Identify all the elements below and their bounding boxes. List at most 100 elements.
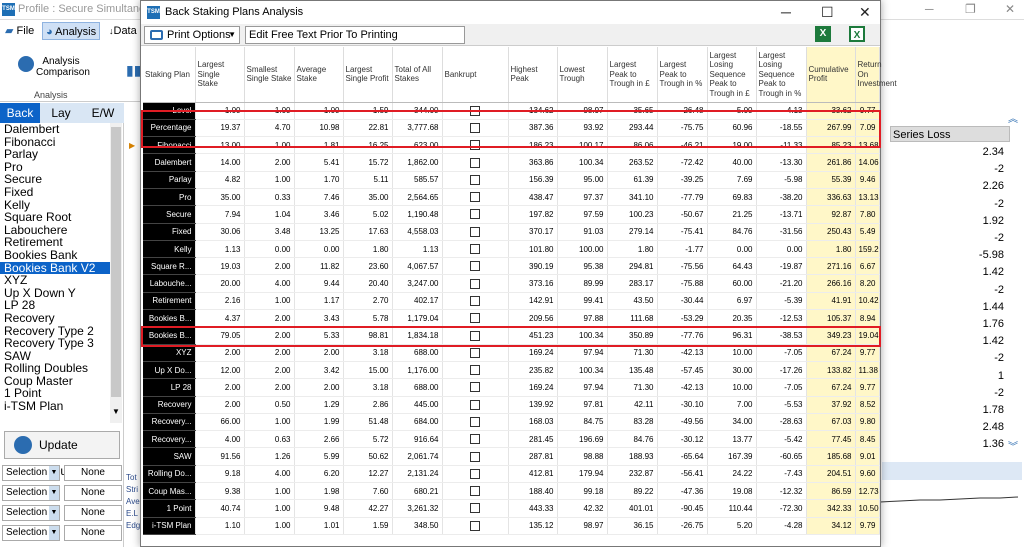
table-row[interactable]: SAW 91.56 1.26 5.99 50.62 2,061.74 287.81 98.88… [143,447,880,466]
table-row[interactable]: Dalembert 14.00 2.00 5.41 15.72 1,862.00 363.8… [143,153,880,172]
bankrupt-cell[interactable] [442,102,509,120]
bankrupt-cell[interactable] [442,396,509,414]
column-header[interactable]: Staking Plan [143,47,196,103]
bankrupt-checkbox[interactable] [470,416,480,427]
bankrupt-checkbox[interactable] [470,209,480,220]
tab-analysis[interactable]: ◕ Analysis [42,22,101,40]
column-header[interactable]: Largest Single Stake [195,47,245,103]
bankrupt-cell[interactable] [442,344,509,362]
bankrupt-cell[interactable] [442,136,509,155]
plan-list-item[interactable]: i-TSM Plan [0,400,110,413]
bankrupt-checkbox[interactable] [470,226,480,237]
table-row[interactable]: Recovery... 66.00 1.00 1.99 51.48 684.00 168.0… [143,413,880,432]
free-text-input[interactable]: Edit Free Text Prior To Printing [245,26,465,44]
column-header[interactable]: Largest Losing Sequence Peak to Trough i… [707,47,757,103]
selection-dropdown[interactable]: Selection ▼ [2,485,60,501]
bankrupt-checkbox[interactable] [470,347,480,358]
plan-list-item[interactable]: Bookies Bank [0,249,110,262]
bankrupt-checkbox[interactable] [470,330,480,341]
bankrupt-cell[interactable] [442,413,509,432]
tab-file[interactable]: ▰ File [2,22,37,40]
plan-list-item[interactable]: Recovery [0,312,110,325]
maximize-icon[interactable]: ☐ [821,4,834,21]
table-row[interactable]: Bookies B... 4.37 2.00 3.43 5.78 1,179.04 209.… [143,309,880,328]
column-header[interactable]: Lowest Trough [557,47,608,103]
column-header[interactable]: Largest Peak to Trough in % [657,47,708,103]
column-header[interactable]: Highest Peak [508,47,558,103]
bankrupt-cell[interactable] [442,274,509,293]
column-header[interactable]: Return On Investment [855,47,897,103]
plan-list-item[interactable]: Recovery Type 3 [0,337,110,350]
table-row[interactable]: Parlay 4.82 1.00 1.70 5.11 585.57 156.39 95.00 6… [143,171,880,189]
selection-dropdown[interactable]: Selection ▼ [2,505,60,521]
bankrupt-cell[interactable] [442,309,509,328]
table-row[interactable]: Bookies B... 79.05 2.00 5.33 98.81 1,834.18 45… [143,326,880,345]
column-header[interactable]: Total of All Stakes [392,47,443,103]
bankrupt-cell[interactable] [442,499,509,518]
tab-ew[interactable]: E/W [82,103,124,123]
none-dropdown[interactable]: None [64,525,122,541]
bankrupt-checkbox[interactable] [470,157,480,168]
table-row[interactable]: Fibonacci 13.00 1.00 1.81 16.25 623.00 186.23 1… [143,136,880,155]
restore-icon[interactable]: ❐ [965,2,976,16]
bankrupt-cell[interactable] [442,326,509,345]
collapse-down-icon[interactable]: ︾ [1008,438,1018,453]
none-dropdown[interactable]: None [64,485,122,501]
scroll-thumb[interactable] [111,127,121,397]
bankrupt-checkbox[interactable] [470,434,480,445]
bankrupt-checkbox[interactable] [470,399,480,410]
plan-list-item[interactable]: XYZ [0,274,110,287]
table-row[interactable]: Rolling Do... 9.18 4.00 6.20 12.27 2,131.24 41… [143,465,880,484]
plan-list-item[interactable]: Parlay [0,148,110,161]
bankrupt-cell[interactable] [442,447,509,466]
update-results-button[interactable]: Update Results [4,431,120,478]
bankrupt-checkbox[interactable] [470,486,480,497]
bankrupt-checkbox[interactable] [470,503,480,514]
bankrupt-cell[interactable] [442,292,509,311]
table-row[interactable]: Level 1.00 1.00 1.00 1.59 344.00 134.62 98.97 35… [143,102,880,120]
bankrupt-checkbox[interactable] [470,295,480,306]
tab-lay[interactable]: Lay [40,103,82,123]
column-header[interactable]: Smallest Single Stake [244,47,295,103]
bankrupt-cell[interactable] [442,361,509,380]
table-row[interactable]: Up X Do... 12.00 2.00 3.42 15.00 1,176.00 235.… [143,361,880,380]
minimize-icon[interactable]: ─ [925,2,934,16]
bankrupt-checkbox[interactable] [470,278,480,289]
bankrupt-cell[interactable] [442,465,509,484]
table-row[interactable]: LP 28 2.00 2.00 2.00 3.18 688.00 169.24 97.94 71… [143,378,880,397]
plan-list-item[interactable]: Dalembert [0,123,110,136]
bankrupt-checkbox[interactable] [470,244,480,255]
column-header[interactable]: Largest Losing Sequence Peak to Trough i… [756,47,807,103]
table-row[interactable]: i-TSM Plan 1.10 1.00 1.01 1.59 348.50 135.12 98… [143,517,880,535]
selection-dropdown[interactable]: Selection ▼ [2,525,60,541]
column-header[interactable]: Bankrupt [442,47,509,103]
bankrupt-cell[interactable] [442,153,509,172]
bankrupt-cell[interactable] [442,378,509,397]
column-header[interactable]: Largest Peak to Trough in £ [607,47,658,103]
bankrupt-checkbox[interactable] [470,140,480,151]
table-row[interactable]: Square R... 19.03 2.00 11.82 23.60 4,067.57 39… [143,257,880,276]
table-row[interactable]: Coup Mas... 9.38 1.00 1.98 7.60 680.21 188.40 9… [143,482,880,501]
bankrupt-checkbox[interactable] [470,261,480,272]
bankrupt-cell[interactable] [442,257,509,276]
table-row[interactable]: Secure 7.94 1.04 3.46 5.02 1,190.48 197.82 97.5… [143,205,880,224]
plan-list-item[interactable]: Square Root [0,211,110,224]
close-icon[interactable]: ✕ [1005,2,1015,16]
bankrupt-checkbox[interactable] [470,365,480,376]
bankrupt-cell[interactable] [442,223,509,241]
tab-back[interactable]: Back [0,103,40,123]
bankrupt-cell[interactable] [442,171,509,189]
bankrupt-cell[interactable] [442,205,509,224]
bankrupt-checkbox[interactable] [470,122,480,133]
table-row[interactable]: 1 Point 40.74 1.00 9.48 42.27 3,261.32 443.33 4… [143,499,880,518]
bankrupt-checkbox[interactable] [470,468,480,479]
plan-list-item[interactable]: Fixed [0,186,110,199]
column-header[interactable]: Average Stake [294,47,344,103]
table-row[interactable]: XYZ 2.00 2.00 2.00 3.18 688.00 169.24 97.94 71.3… [143,344,880,362]
excel-icon[interactable]: X [815,26,831,42]
column-header[interactable]: Largest Single Profit [343,47,393,103]
bankrupt-checkbox[interactable] [470,174,480,185]
bankrupt-cell[interactable] [442,517,509,535]
bankrupt-checkbox[interactable] [470,313,480,324]
bankrupt-checkbox[interactable] [470,382,480,393]
